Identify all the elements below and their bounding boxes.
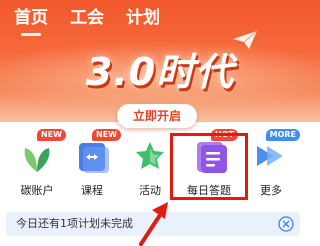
tab-plan[interactable]: 计划 (126, 7, 160, 29)
more-badge: MORE (265, 129, 300, 141)
course-book-icon: NEW (72, 129, 121, 176)
feature-course[interactable]: NEW 课程 (62, 129, 122, 198)
banner-title: 3.0时代 (85, 50, 235, 94)
annotation-highlight-box (170, 133, 248, 200)
start-now-button[interactable]: 立即开启 (117, 104, 197, 128)
feature-more[interactable]: MORE 更多 (241, 129, 301, 198)
tab-home[interactable]: 首页 (14, 7, 48, 36)
feature-carbon-account[interactable]: NEW 碳账户 (7, 129, 67, 198)
paper-plane-icon (233, 30, 258, 49)
annotation-arrow-icon (139, 202, 168, 246)
feature-label: 课程 (81, 184, 103, 197)
tab-union[interactable]: 工会 (70, 7, 104, 29)
close-icon[interactable] (278, 216, 294, 232)
top-tabs: 首页 工会 计划 (14, 7, 160, 36)
feature-label: 碳账户 (20, 184, 54, 197)
notice-text: 今日还有1项计划未完成 (16, 217, 133, 230)
activity-star-icon (130, 136, 170, 176)
feature-label: 更多 (260, 184, 282, 197)
feature-grid: NEW 碳账户 NEW 课程 活动 HOT 每日答题 MORE 更多 (0, 129, 320, 206)
carbon-leaf-icon: NEW (17, 129, 66, 176)
new-badge: NEW (92, 129, 121, 141)
more-arrow-icon: MORE (251, 129, 300, 176)
